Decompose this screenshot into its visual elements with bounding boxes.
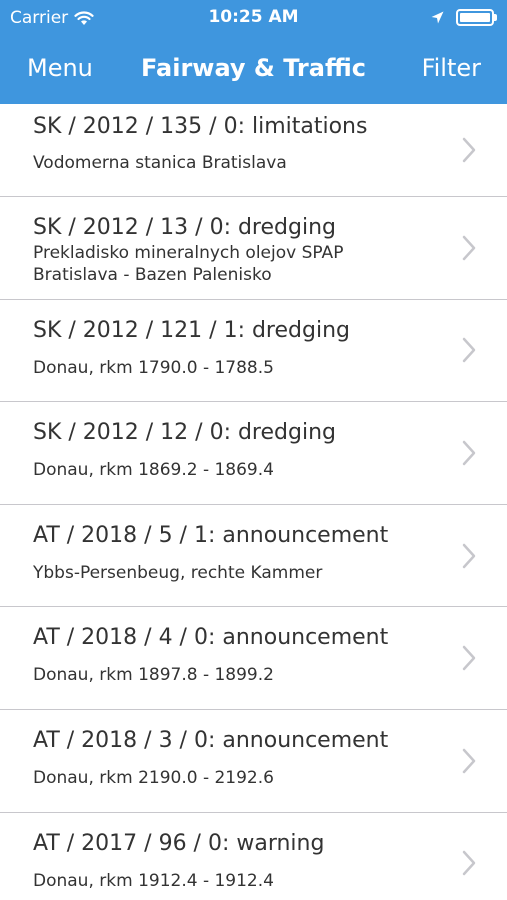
chevron-right-icon	[462, 851, 476, 876]
item-title: SK / 2012 / 121 / 1: dredging	[33, 317, 350, 343]
navigation-bar: Menu Fairway & Traffic Filter	[0, 44, 507, 94]
list-item[interactable]: AT / 2017 / 96 / 0: warning Donau, rkm 1…	[0, 812, 507, 900]
chevron-right-icon	[462, 748, 476, 774]
item-title: AT / 2018 / 5 / 1: announcement	[33, 522, 389, 548]
item-subtitle: Prekladisko mineralnych olejov SPAP Brat…	[33, 243, 344, 285]
item-title: SK / 2012 / 135 / 0: limitations	[33, 114, 368, 139]
battery-icon	[456, 9, 497, 26]
status-right	[431, 9, 497, 26]
item-title: AT / 2018 / 4 / 0: announcement	[33, 625, 389, 651]
chevron-right-icon	[462, 543, 476, 568]
chevron-right-icon	[462, 137, 476, 163]
item-subtitle: Donau, rkm 1912.4 - 1912.4	[33, 870, 274, 891]
battery-level	[460, 13, 490, 22]
item-title: SK / 2012 / 13 / 0: dredging	[33, 215, 336, 240]
item-subtitle: Vodomerna stanica Bratislava	[33, 153, 287, 173]
item-subtitle: Ybbs-Persenbeug, rechte Kammer	[33, 562, 323, 583]
battery-body	[456, 9, 494, 26]
location-arrow-icon	[431, 11, 444, 24]
item-title: AT / 2017 / 96 / 0: warning	[33, 830, 325, 856]
header: Carrier 10:25 AM Menu Fairway & Traffic …	[0, 0, 507, 104]
item-subtitle: Donau, rkm 2190.0 - 2192.6	[33, 767, 274, 788]
list-item[interactable]: SK / 2012 / 13 / 0: dredging Prekladisko…	[0, 197, 507, 300]
item-subtitle: Donau, rkm 1790.0 - 1788.5	[33, 357, 274, 378]
battery-tip	[494, 14, 497, 21]
chevron-right-icon	[462, 645, 476, 671]
item-title: SK / 2012 / 12 / 0: dredging	[33, 420, 336, 446]
list-item[interactable]: AT / 2018 / 5 / 1: announcement Ybbs-Per…	[0, 504, 507, 608]
notice-list: SK / 2012 / 135 / 0: limitations Vodomer…	[0, 104, 507, 900]
list-item[interactable]: SK / 2012 / 12 / 0: dredging Donau, rkm …	[0, 402, 507, 505]
list-item[interactable]: SK / 2012 / 121 / 1: dredging Donau, rkm…	[0, 299, 507, 403]
chevron-right-icon	[462, 338, 476, 363]
list-item[interactable]: SK / 2012 / 135 / 0: limitations Vodomer…	[0, 104, 507, 197]
filter-button[interactable]: Filter	[422, 54, 481, 82]
chevron-right-icon	[462, 235, 476, 261]
item-title: AT / 2018 / 3 / 0: announcement	[33, 727, 389, 753]
app-screen: Carrier 10:25 AM Menu Fairway & Traffic …	[0, 0, 507, 900]
item-subtitle: Donau, rkm 1869.2 - 1869.4	[33, 460, 274, 481]
list-item[interactable]: AT / 2018 / 4 / 0: announcement Donau, r…	[0, 607, 507, 710]
list-item[interactable]: AT / 2018 / 3 / 0: announcement Donau, r…	[0, 709, 507, 813]
chevron-right-icon	[462, 440, 476, 466]
item-subtitle: Donau, rkm 1897.8 - 1899.2	[33, 665, 274, 686]
status-bar: Carrier 10:25 AM	[0, 0, 507, 36]
